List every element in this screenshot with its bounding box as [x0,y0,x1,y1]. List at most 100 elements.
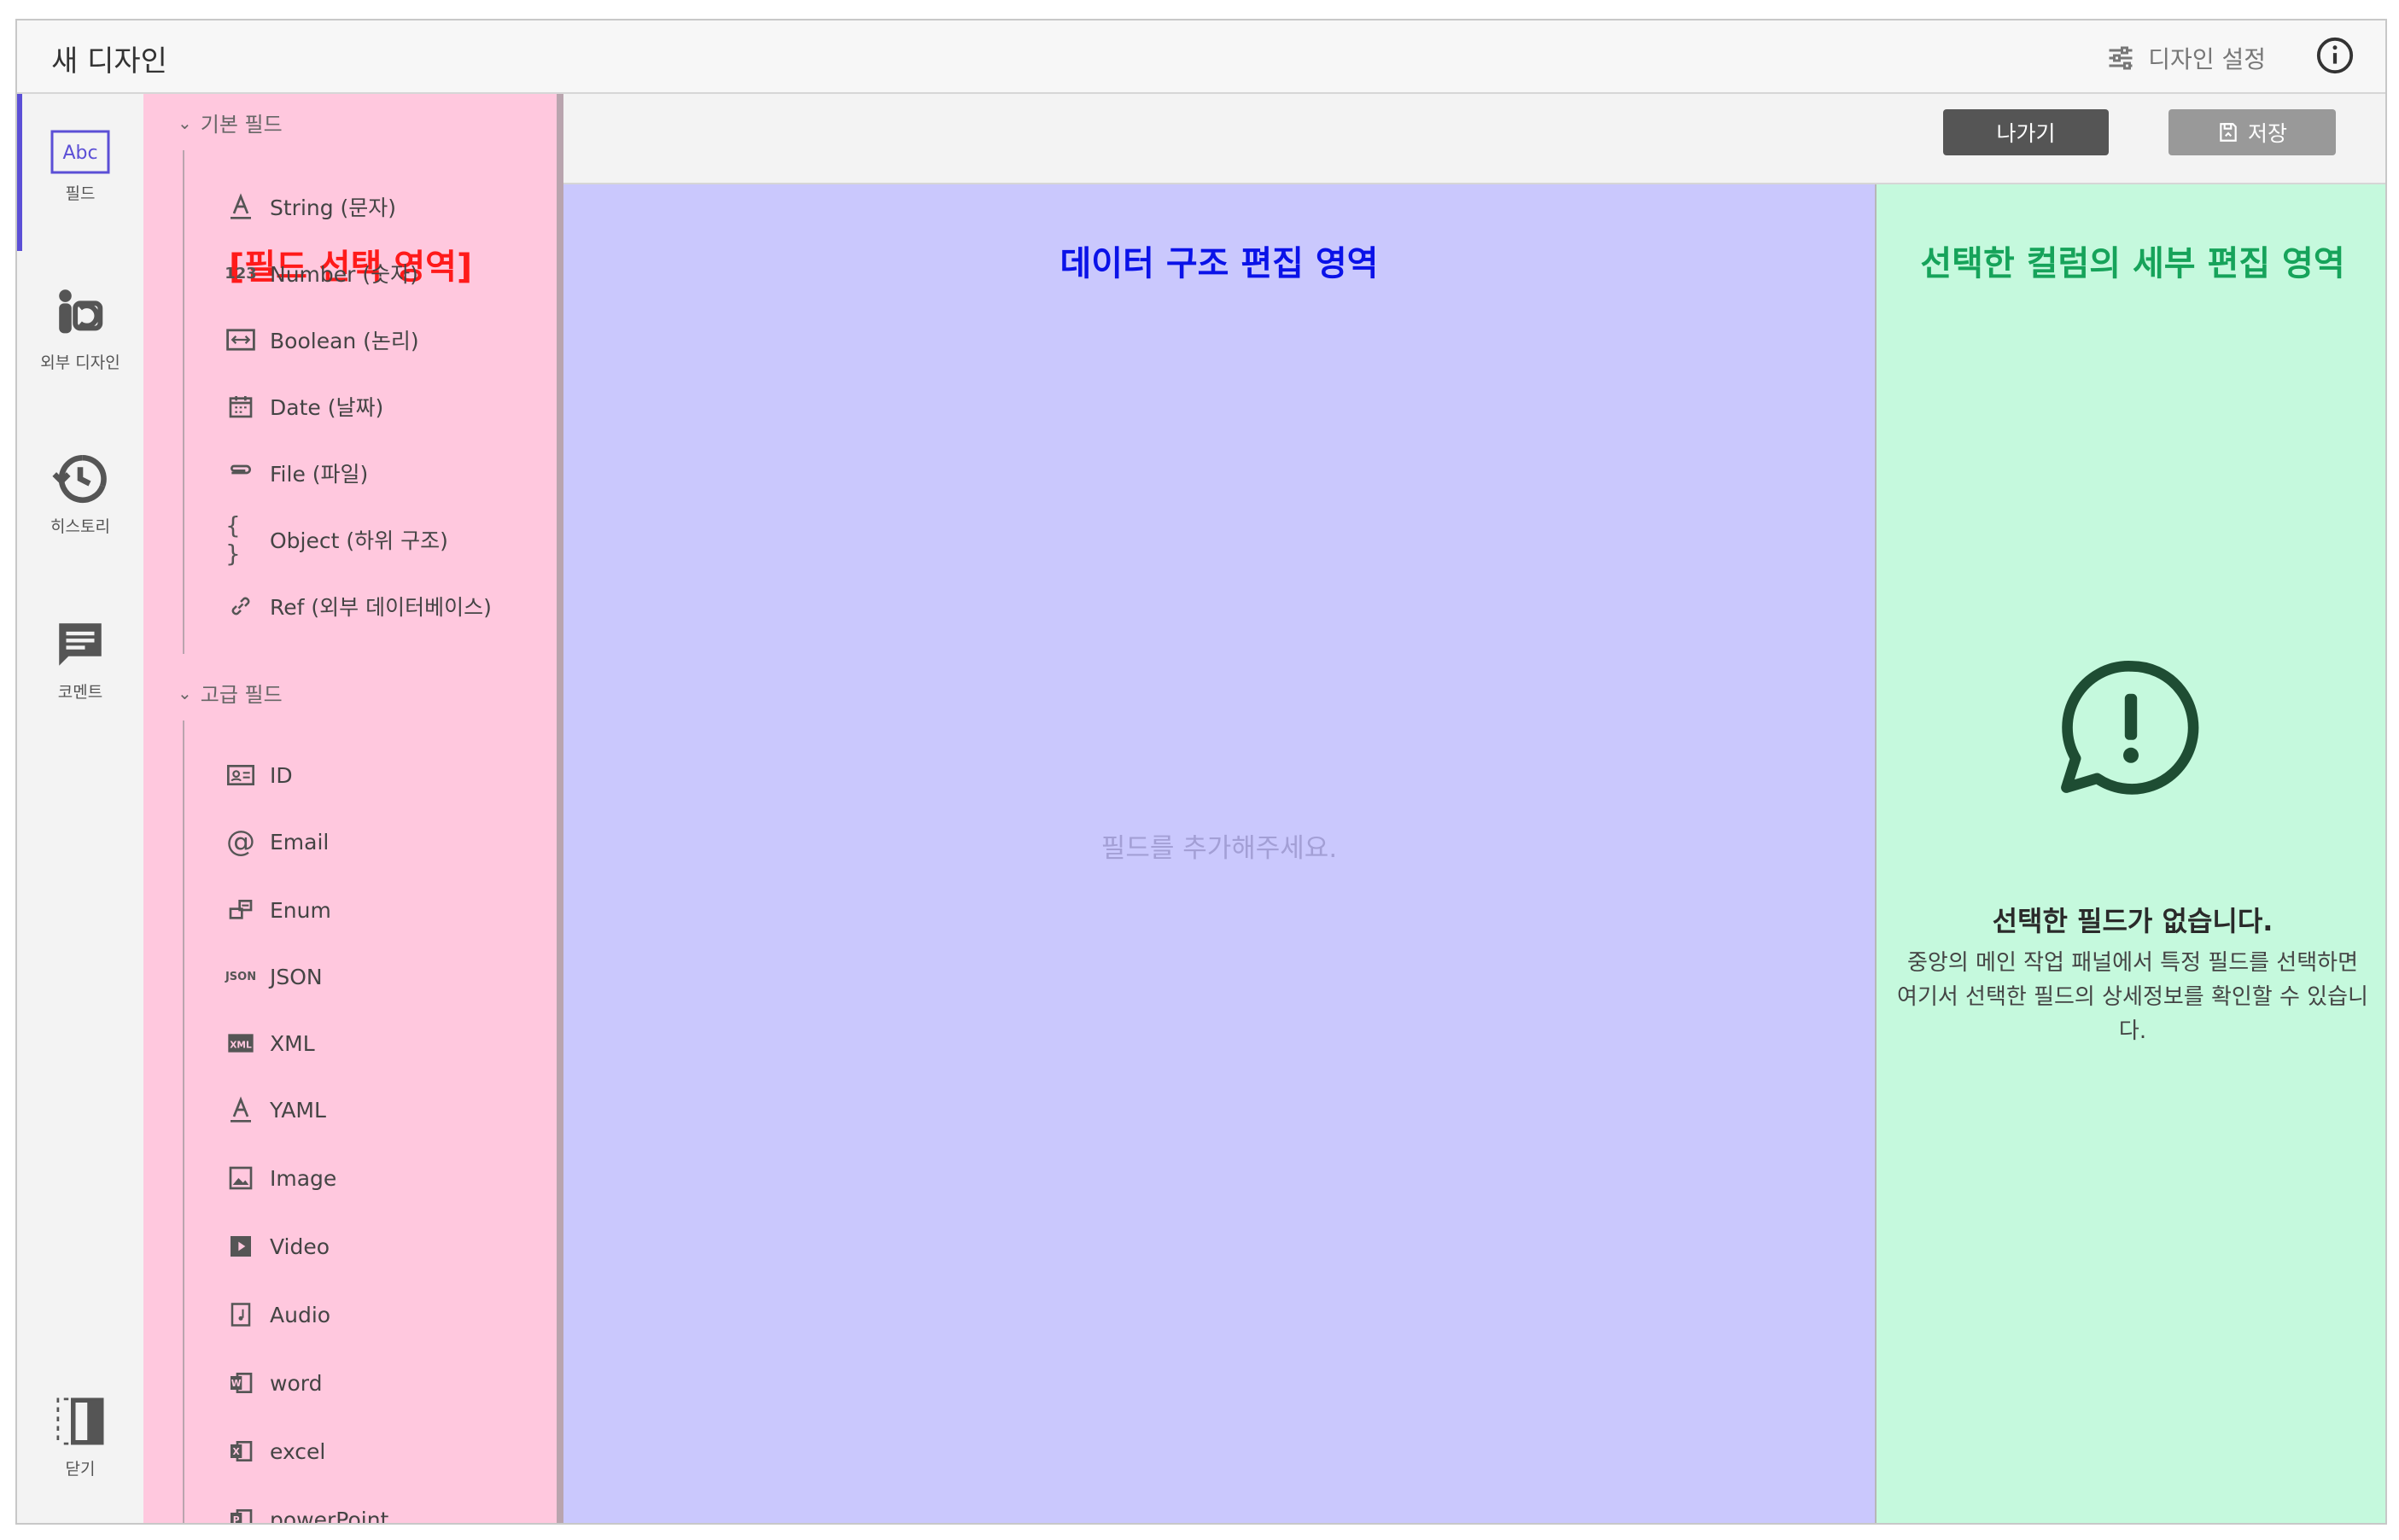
video-icon [225,1231,256,1262]
field-label: Image [270,1165,337,1191]
field-item-powerpoint[interactable]: P powerPoint [225,1504,389,1525]
field-label: ID [270,762,293,788]
history-icon [52,454,107,503]
left-nav: Abc 필드 외부 디자인 히스토리 코멘트 닫기 [17,94,145,1523]
field-item-date[interactable]: Date (날짜) [225,391,383,422]
field-item-email[interactable]: @ Email [225,825,330,859]
main-zone-label: 데이터 구조 편집 영역 [1059,244,1379,283]
field-label: Object (하위 구조) [270,528,448,553]
field-label: excel [270,1438,326,1464]
nav-item-fields[interactable]: Abc 필드 [17,130,143,204]
word-icon: W [225,1368,256,1398]
field-item-excel[interactable]: X excel [225,1436,325,1467]
nav-label-history: 히스토리 [50,517,110,536]
excel-icon: X [225,1436,256,1467]
svg-text:X: X [233,1446,240,1457]
field-label: Boolean (논리) [270,329,419,353]
nav-item-close[interactable]: 닫기 [17,1393,143,1479]
field-item-audio[interactable]: Audio [225,1299,330,1330]
field-selection-panel: ⌄ 기본 필드 String (문자) [필드 선택 영역] 123 Numbe… [143,94,563,1525]
field-item-object[interactable]: { } Object (하위 구조) [225,511,448,568]
section-advanced-title: 고급 필드 [200,683,283,707]
field-item-id[interactable]: ID [225,760,293,790]
field-item-ref[interactable]: Ref (외부 데이터베이스) [225,591,492,621]
close-panel-icon [56,1397,104,1445]
at-sign-icon: @ [226,825,255,859]
column-detail-edit-area: 선택한 컬럼의 세부 편집 영역 선택한 필드가 없습니다. 중앙의 메인 작업… [1875,184,2385,1523]
abc-field-icon: Abc [50,130,110,174]
alert-speech-bubble-icon [2061,661,2199,795]
image-icon [225,1163,256,1193]
audio-icon [225,1299,256,1330]
chevron-down-icon: ⌄ [178,682,192,703]
section-basic-fields[interactable]: ⌄ 기본 필드 [178,108,283,137]
exit-button[interactable]: 나가기 [1943,109,2109,155]
comment-icon [59,623,102,666]
field-item-enum[interactable]: Enum [225,895,331,925]
empty-state-title: 선택한 필드가 없습니다. [1992,905,2274,937]
nav-label-comment: 코멘트 [57,683,103,702]
nav-label-external-design: 외부 디자인 [40,353,120,372]
field-label: YAML [270,1097,326,1123]
field-label: word [270,1370,323,1396]
powerpoint-icon: P [225,1504,256,1525]
field-label: Email [270,829,330,855]
paperclip-icon [225,458,256,488]
section-advanced-line [183,720,184,1523]
field-label: Ref (외부 데이터베이스) [270,595,492,620]
editor-toolbar: 나가기 저장 [563,94,2385,184]
number-123-icon: 123 [225,264,257,283]
field-item-video[interactable]: Video [225,1231,330,1262]
svg-text:Abc: Abc [62,143,97,164]
section-basic-line [183,150,184,654]
json-icon: JSON [225,970,257,983]
app-window: 새 디자인 디자인 설정 Abc 필드 외부 디자인 히스토리 코멘트 닫기 ⌄… [15,19,2387,1525]
field-item-file[interactable]: File (파일) [225,458,368,488]
field-label: powerPoint [270,1507,389,1525]
data-structure-edit-area[interactable]: 데이터 구조 편집 영역 필드를 추가해주세요. [563,184,1875,1523]
svg-text:W: W [231,1378,242,1389]
nav-label-fields: 필드 [65,184,96,203]
yaml-icon [225,1094,256,1125]
link-icon [225,591,256,621]
nav-item-external-design[interactable]: 외부 디자인 [17,283,143,373]
design-settings-label: 디자인 설정 [2148,45,2266,73]
detail-zone-label: 선택한 컬럼의 세부 편집 영역 [1920,244,2345,283]
field-label: JSON [270,964,323,989]
external-design-icon [59,289,103,334]
field-item-string[interactable]: String (문자) [225,191,396,222]
design-settings-button[interactable]: 디자인 설정 [2105,41,2266,75]
field-item-boolean[interactable]: Boolean (논리) [225,324,419,355]
field-label: Date (날짜) [270,395,384,420]
info-circle-icon[interactable] [2315,36,2355,75]
chevron-down-icon: ⌄ [178,112,192,133]
field-item-image[interactable]: Image [225,1163,336,1193]
field-item-xml[interactable]: XML XML [225,1028,315,1059]
field-item-yaml[interactable]: YAML [225,1094,326,1125]
field-panel-scrollbar[interactable] [557,94,563,1523]
xml-icon: XML [225,1028,256,1059]
field-label: Video [270,1234,330,1259]
svg-text:XML: XML [230,1039,252,1050]
field-label: File (파일) [270,462,369,487]
enum-icon [225,895,256,925]
field-item-word[interactable]: W word [225,1368,322,1398]
nav-item-history[interactable]: 히스토리 [17,451,143,537]
text-a-icon [225,191,256,222]
page-title: 새 디자인 [51,44,167,79]
svg-text:P: P [233,1514,240,1525]
field-item-json[interactable]: JSON JSON [225,961,323,992]
section-advanced-fields[interactable]: ⌄ 고급 필드 [178,678,283,708]
nav-item-comment[interactable]: 코멘트 [17,616,143,703]
calendar-icon [225,391,256,422]
nav-label-close: 닫기 [65,1460,96,1479]
field-label: Number (숫자) [270,262,418,287]
sliders-icon [2109,46,2133,70]
braces-icon: { } [225,511,241,568]
field-item-number[interactable]: 123 Number (숫자) [225,258,418,289]
empty-state-description: 중앙의 메인 작업 패널에서 특정 필드를 선택하면 여기서 선택한 필드의 상… [1897,950,2368,1044]
top-bar: 새 디자인 디자인 설정 [17,20,2385,94]
field-label: String (문자) [270,195,397,220]
save-button[interactable]: 저장 [2168,109,2336,155]
id-card-icon [225,760,256,790]
